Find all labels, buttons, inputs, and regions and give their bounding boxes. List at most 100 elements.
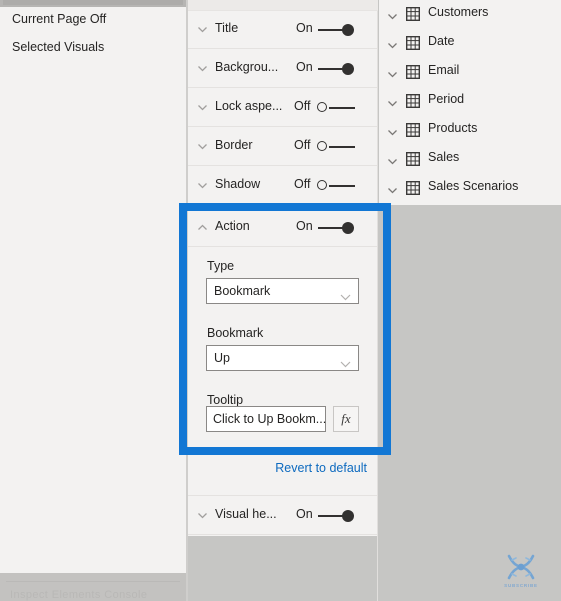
table-icon xyxy=(405,35,421,51)
chevron-down-icon[interactable] xyxy=(386,184,399,197)
format-row-border[interactable]: Border Off xyxy=(188,127,377,166)
field-table-email[interactable]: Email xyxy=(379,58,561,87)
chevron-down-icon[interactable] xyxy=(386,10,399,23)
format-row-shadow[interactable]: Shadow Off xyxy=(188,166,377,205)
format-row-visual-header[interactable]: Visual he... On xyxy=(188,496,377,535)
format-row-label: Backgrou... xyxy=(215,60,279,74)
toggle-knob xyxy=(342,510,354,522)
type-dropdown[interactable]: Bookmark xyxy=(206,278,359,304)
action-label: Action xyxy=(215,219,250,233)
selection-pane-footer-divider xyxy=(6,581,180,582)
table-icon xyxy=(405,180,421,196)
selection-pane: Current Page Off Selected Visuals Inspec… xyxy=(0,0,186,601)
field-table-label: Products xyxy=(428,121,478,135)
toggle-shadow[interactable] xyxy=(315,179,359,193)
action-section: Action On Type Bookmark Bookmark Up Tool… xyxy=(188,208,377,455)
toggle-knob xyxy=(317,141,327,151)
format-row-state: On xyxy=(296,21,313,35)
toggle-track xyxy=(329,107,355,109)
watermark-logo: SUBSCRIBE xyxy=(495,552,547,598)
action-state: On xyxy=(296,219,313,233)
field-table-products[interactable]: Products xyxy=(379,116,561,145)
dna-ribbon-icon xyxy=(503,552,539,582)
toggle-visual-header[interactable] xyxy=(316,509,360,523)
format-pane-bottom-fill xyxy=(188,536,377,601)
toggle-knob xyxy=(342,63,354,75)
field-table-label: Sales Scenarios xyxy=(428,179,519,193)
chevron-down-icon xyxy=(196,179,209,192)
app-root: Current Page Off Selected Visuals Inspec… xyxy=(0,0,561,601)
format-row-label: Visual he... xyxy=(215,507,277,521)
selection-item-current-page-off[interactable]: Current Page Off xyxy=(12,12,106,26)
selection-pane-footer-label: Inspect Elements Console xyxy=(10,589,148,601)
format-row-label: Shadow xyxy=(215,177,261,191)
chevron-down-icon[interactable] xyxy=(386,155,399,168)
format-row-state: Off xyxy=(294,177,311,191)
format-row-background[interactable]: Backgrou... On xyxy=(188,49,377,88)
toggle-background[interactable] xyxy=(316,62,360,76)
chevron-down-icon xyxy=(340,288,351,301)
chevron-down-icon[interactable] xyxy=(386,68,399,81)
field-table-period[interactable]: Period xyxy=(379,87,561,116)
chevron-down-icon xyxy=(340,355,351,368)
field-table-label: Email xyxy=(428,63,460,77)
chevron-up-icon xyxy=(196,221,209,234)
table-icon xyxy=(405,64,421,80)
chevron-down-icon[interactable] xyxy=(386,97,399,110)
field-table-sales[interactable]: Sales xyxy=(379,145,561,174)
field-table-label: Period xyxy=(428,92,465,106)
format-row-label: Border xyxy=(215,138,253,152)
tooltip-label: Tooltip xyxy=(207,393,244,407)
field-table-label: Date xyxy=(428,34,455,48)
chevron-down-icon xyxy=(196,509,209,522)
tooltip-input-value: Click to Up Bookm... xyxy=(213,412,327,426)
chevron-down-icon xyxy=(196,140,209,153)
format-row-label: Title xyxy=(215,21,239,35)
bookmark-dropdown-value: Up xyxy=(214,351,230,365)
revert-to-default-link[interactable]: Revert to default xyxy=(275,461,367,475)
toggle-action[interactable] xyxy=(316,221,360,235)
format-row-action[interactable]: Action On xyxy=(188,208,377,247)
format-row-title[interactable]: Title On xyxy=(188,10,377,49)
toggle-lock-aspect[interactable] xyxy=(315,101,359,115)
table-icon xyxy=(405,6,421,22)
toggle-knob xyxy=(342,222,354,234)
toggle-knob xyxy=(317,180,327,190)
revert-row: Revert to default xyxy=(188,455,377,496)
bookmark-dropdown[interactable]: Up xyxy=(206,345,359,371)
tooltip-input[interactable]: Click to Up Bookm... xyxy=(206,406,326,432)
table-icon xyxy=(405,122,421,138)
field-table-sales-scenarios[interactable]: Sales Scenarios xyxy=(379,174,561,203)
format-pane: Title On Backgrou... On Lock aspe... Off… xyxy=(188,0,378,601)
toggle-track xyxy=(329,185,355,187)
table-icon xyxy=(405,151,421,167)
table-icon xyxy=(405,93,421,109)
fields-pane-empty-area xyxy=(379,205,561,601)
type-dropdown-value: Bookmark xyxy=(214,284,271,298)
format-row-label: Lock aspe... xyxy=(215,99,283,113)
fx-icon: fx xyxy=(341,411,351,426)
chevron-down-icon[interactable] xyxy=(386,126,399,139)
field-table-label: Sales xyxy=(428,150,460,164)
field-table-customers[interactable]: Customers xyxy=(379,0,561,29)
field-table-label: Customers xyxy=(428,5,489,19)
selection-item-selected-visuals[interactable]: Selected Visuals xyxy=(12,40,104,54)
selection-pane-header-bar xyxy=(0,0,186,7)
chevron-down-icon xyxy=(196,23,209,36)
type-label: Type xyxy=(207,259,235,273)
bookmark-label: Bookmark xyxy=(207,326,264,340)
watermark-label: SUBSCRIBE xyxy=(504,583,538,588)
format-row-state: Off xyxy=(294,138,311,152)
toggle-knob xyxy=(342,24,354,36)
chevron-down-icon[interactable] xyxy=(386,39,399,52)
fx-button[interactable]: fx xyxy=(333,406,359,432)
field-table-date[interactable]: Date xyxy=(379,29,561,58)
toggle-title[interactable] xyxy=(316,23,360,37)
toggle-knob xyxy=(317,102,327,112)
chevron-down-icon xyxy=(196,62,209,75)
fields-pane: Customers Date Email Period Products Sal… xyxy=(379,0,561,601)
toggle-border[interactable] xyxy=(315,140,359,154)
format-row-lock-aspect[interactable]: Lock aspe... Off xyxy=(188,88,377,127)
format-row-state: On xyxy=(296,60,313,74)
chevron-down-icon xyxy=(196,101,209,114)
